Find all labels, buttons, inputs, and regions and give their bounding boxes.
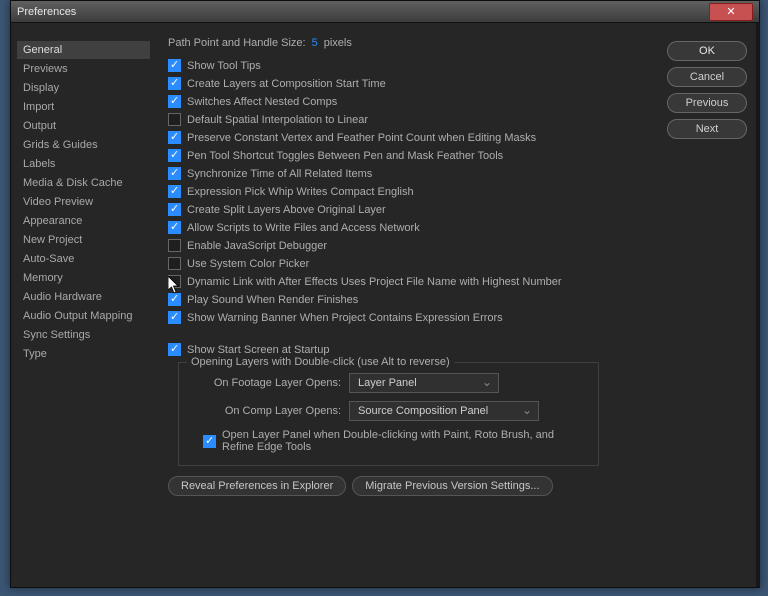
check-label: Use System Color Picker xyxy=(187,258,309,270)
sidebar-item-audio-output-mapping[interactable]: Audio Output Mapping xyxy=(17,307,150,325)
check-label: Create Split Layers Above Original Layer xyxy=(187,204,386,216)
check-row: Play Sound When Render Finishes xyxy=(164,293,659,306)
path-size-row: Path Point and Handle Size: 5 pixels xyxy=(164,37,659,49)
checkbox[interactable] xyxy=(168,59,181,72)
checkbox[interactable] xyxy=(168,311,181,324)
close-icon: ✕ xyxy=(726,5,735,18)
check-row: Default Spatial Interpolation to Linear xyxy=(164,113,659,126)
checkbox[interactable] xyxy=(168,257,181,270)
check-label: Show Tool Tips xyxy=(187,60,261,72)
scrollbar[interactable] xyxy=(756,23,760,587)
check-label: Dynamic Link with After Effects Uses Pro… xyxy=(187,276,562,288)
checkbox[interactable] xyxy=(168,275,181,288)
check-label: Preserve Constant Vertex and Feather Poi… xyxy=(187,132,536,144)
check-label: Play Sound When Render Finishes xyxy=(187,294,358,306)
checkbox[interactable] xyxy=(168,185,181,198)
check-label: Switches Affect Nested Comps xyxy=(187,96,337,108)
sidebar-item-grids-guides[interactable]: Grids & Guides xyxy=(17,136,150,154)
comp-layer-label: On Comp Layer Opens: xyxy=(191,405,341,417)
check-row: Show Warning Banner When Project Contain… xyxy=(164,311,659,324)
check-label: Synchronize Time of All Related Items xyxy=(187,168,372,180)
sidebar-item-media-disk-cache[interactable]: Media & Disk Cache xyxy=(17,174,150,192)
check-row: Create Layers at Composition Start Time xyxy=(164,77,659,90)
check-row: Pen Tool Shortcut Toggles Between Pen an… xyxy=(164,149,659,162)
check-row: Create Split Layers Above Original Layer xyxy=(164,203,659,216)
sidebar-item-auto-save[interactable]: Auto-Save xyxy=(17,250,150,268)
open-panel-label: Open Layer Panel when Double-clicking wi… xyxy=(222,429,586,453)
ok-button[interactable]: OK xyxy=(667,41,747,61)
path-size-label: Path Point and Handle Size: xyxy=(168,37,306,49)
path-size-unit: pixels xyxy=(324,37,352,49)
sidebar-item-output[interactable]: Output xyxy=(17,117,150,135)
sidebar-item-audio-hardware[interactable]: Audio Hardware xyxy=(17,288,150,306)
cancel-button[interactable]: Cancel xyxy=(667,67,747,87)
comp-layer-dropdown[interactable]: Source Composition Panel xyxy=(349,401,539,421)
startup-checkbox[interactable] xyxy=(168,343,181,356)
checkbox[interactable] xyxy=(168,221,181,234)
migrate-button[interactable]: Migrate Previous Version Settings... xyxy=(352,476,552,496)
double-click-fieldset: Opening Layers with Double-click (use Al… xyxy=(178,362,599,466)
check-row: Synchronize Time of All Related Items xyxy=(164,167,659,180)
check-label: Allow Scripts to Write Files and Access … xyxy=(187,222,420,234)
sidebar-item-appearance[interactable]: Appearance xyxy=(17,212,150,230)
right-buttons: OK Cancel Previous Next xyxy=(667,23,759,587)
check-label: Expression Pick Whip Writes Compact Engl… xyxy=(187,186,414,198)
double-click-legend: Opening Layers with Double-click (use Al… xyxy=(187,356,454,368)
checkbox[interactable] xyxy=(168,95,181,108)
checkbox[interactable] xyxy=(168,203,181,216)
check-row: Dynamic Link with After Effects Uses Pro… xyxy=(164,275,659,288)
startup-row: Show Start Screen at Startup xyxy=(164,343,659,356)
checkbox[interactable] xyxy=(168,113,181,126)
comp-layer-value: Source Composition Panel xyxy=(358,405,488,417)
sidebar-item-video-preview[interactable]: Video Preview xyxy=(17,193,150,211)
footage-layer-value: Layer Panel xyxy=(358,377,417,389)
sidebar-item-type[interactable]: Type xyxy=(17,345,150,363)
previous-button[interactable]: Previous xyxy=(667,93,747,113)
footage-layer-label: On Footage Layer Opens: xyxy=(191,377,341,389)
sidebar-item-import[interactable]: Import xyxy=(17,98,150,116)
close-button[interactable]: ✕ xyxy=(709,3,753,21)
sidebar-item-sync-settings[interactable]: Sync Settings xyxy=(17,326,150,344)
checkbox[interactable] xyxy=(168,293,181,306)
open-panel-checkbox[interactable] xyxy=(203,435,216,448)
check-label: Pen Tool Shortcut Toggles Between Pen an… xyxy=(187,150,503,162)
check-row: Use System Color Picker xyxy=(164,257,659,270)
path-size-value[interactable]: 5 xyxy=(312,37,318,49)
next-button[interactable]: Next xyxy=(667,119,747,139)
startup-label: Show Start Screen at Startup xyxy=(187,344,329,356)
check-row: Show Tool Tips xyxy=(164,59,659,72)
checkbox[interactable] xyxy=(168,131,181,144)
check-label: Enable JavaScript Debugger xyxy=(187,240,327,252)
sidebar-item-labels[interactable]: Labels xyxy=(17,155,150,173)
checkbox[interactable] xyxy=(168,77,181,90)
sidebar: GeneralPreviewsDisplayImportOutputGrids … xyxy=(11,23,156,587)
footage-layer-dropdown[interactable]: Layer Panel xyxy=(349,373,499,393)
check-row: Enable JavaScript Debugger xyxy=(164,239,659,252)
window-title: Preferences xyxy=(17,6,709,18)
check-row: Allow Scripts to Write Files and Access … xyxy=(164,221,659,234)
sidebar-item-general[interactable]: General xyxy=(17,41,150,59)
reveal-prefs-button[interactable]: Reveal Preferences in Explorer xyxy=(168,476,346,496)
sidebar-item-new-project[interactable]: New Project xyxy=(17,231,150,249)
sidebar-item-previews[interactable]: Previews xyxy=(17,60,150,78)
sidebar-item-memory[interactable]: Memory xyxy=(17,269,150,287)
check-label: Default Spatial Interpolation to Linear xyxy=(187,114,368,126)
checkbox[interactable] xyxy=(168,149,181,162)
check-row: Expression Pick Whip Writes Compact Engl… xyxy=(164,185,659,198)
check-row: Switches Affect Nested Comps xyxy=(164,95,659,108)
check-row: Preserve Constant Vertex and Feather Poi… xyxy=(164,131,659,144)
main-panel: Path Point and Handle Size: 5 pixels Sho… xyxy=(156,23,667,587)
check-label: Show Warning Banner When Project Contain… xyxy=(187,312,503,324)
checkbox[interactable] xyxy=(168,239,181,252)
sidebar-item-display[interactable]: Display xyxy=(17,79,150,97)
titlebar: Preferences ✕ xyxy=(11,1,759,23)
checkbox[interactable] xyxy=(168,167,181,180)
check-label: Create Layers at Composition Start Time xyxy=(187,78,386,90)
